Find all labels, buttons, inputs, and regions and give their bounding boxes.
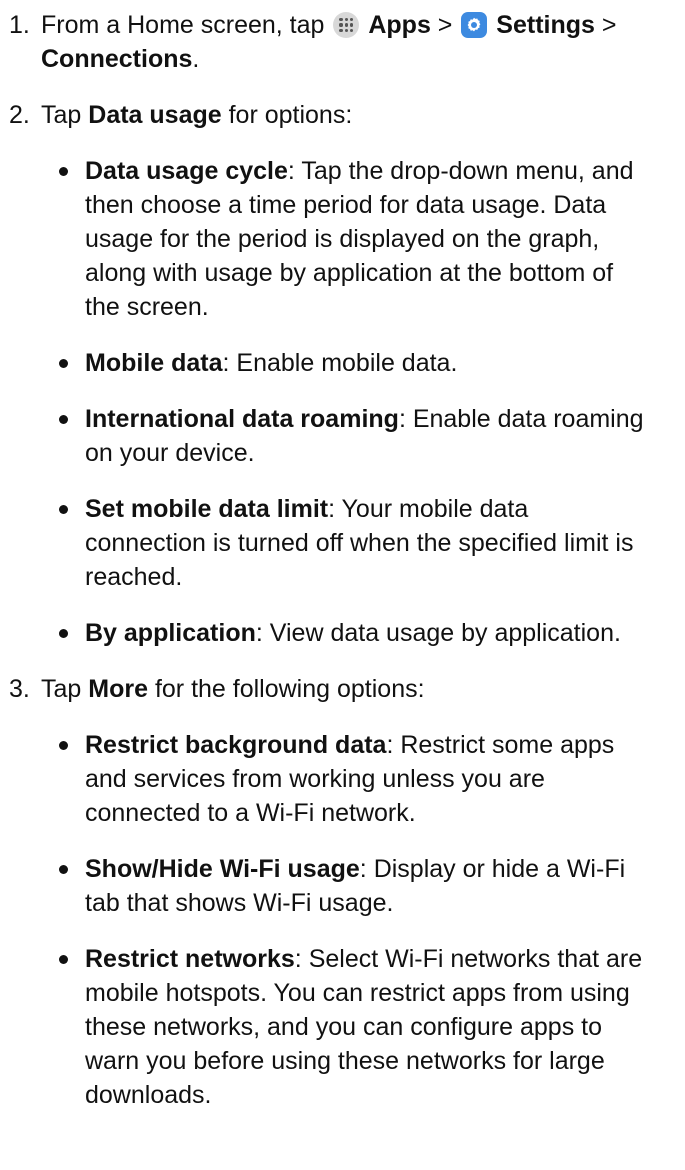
punctuation: . [192,45,200,73]
bullet-icon [59,505,68,514]
step-text: From a Home screen, tap Apps > Settings … [41,11,616,73]
settings-gear-icon [461,12,488,38]
separator: > [430,11,460,39]
bullet-icon [59,167,68,176]
step-number: 1. [9,11,30,39]
settings-label: Settings [496,11,595,39]
option-term: International data roaming [85,405,399,433]
option-description: : Enable mobile data. [222,349,458,377]
step-number: 2. [9,101,30,129]
data-usage-label: Data usage [88,101,222,129]
step-suffix: for the following options: [148,675,425,703]
list-item: Restrict background data: Restrict some … [41,728,645,830]
apps-label: Apps [368,11,431,39]
step-number: 3. [9,675,30,703]
more-label: More [88,675,148,703]
option-term: Set mobile data limit [85,495,329,523]
list-item: Set mobile data limit: Your mobile data … [41,492,645,594]
bullet-icon [59,359,68,368]
step-prefix: Tap [41,101,89,129]
bullet-icon [59,741,68,750]
option-description: : View data usage by application. [255,619,621,647]
bullet-icon [59,415,68,424]
option-term: By application [85,619,256,647]
apps-icon [333,12,360,38]
connections-label: Connections [41,45,193,73]
step-1: 1. From a Home screen, tap Apps > Settin… [0,8,681,76]
step-2: 2. Tap Data usage for options: Data usag… [0,98,681,650]
step-prefix: Tap [41,675,89,703]
bullet-icon [59,865,68,874]
list-item: International data roaming: Enable data … [41,402,645,470]
separator: > [594,11,617,39]
step-text: Tap Data usage for options: [41,101,352,129]
option-term: Data usage cycle [85,157,288,185]
data-usage-options-list: Data usage cycle: Tap the drop-down menu… [41,154,681,650]
option-term: Mobile data [85,349,223,377]
more-options-list: Restrict background data: Restrict some … [41,728,681,1112]
option-term: Show/Hide Wi-Fi usage [85,855,360,883]
list-item: By application: View data usage by appli… [41,616,645,650]
step-3: 3. Tap More for the following options: R… [0,672,681,1112]
step-1-prefix: From a Home screen, tap [41,11,332,39]
instruction-document: 1. From a Home screen, tap Apps > Settin… [0,0,685,1134]
option-term: Restrict networks [85,945,295,973]
step-suffix: for options: [221,101,353,129]
step-text: Tap More for the following options: [41,675,425,703]
list-item: Show/Hide Wi-Fi usage: Display or hide a… [41,852,645,920]
bullet-icon [59,955,68,964]
list-item: Mobile data: Enable mobile data. [41,346,645,380]
list-item: Restrict networks: Select Wi-Fi networks… [41,942,645,1112]
list-item: Data usage cycle: Tap the drop-down menu… [41,154,645,324]
option-term: Restrict background data [85,731,387,759]
bullet-icon [59,629,68,638]
